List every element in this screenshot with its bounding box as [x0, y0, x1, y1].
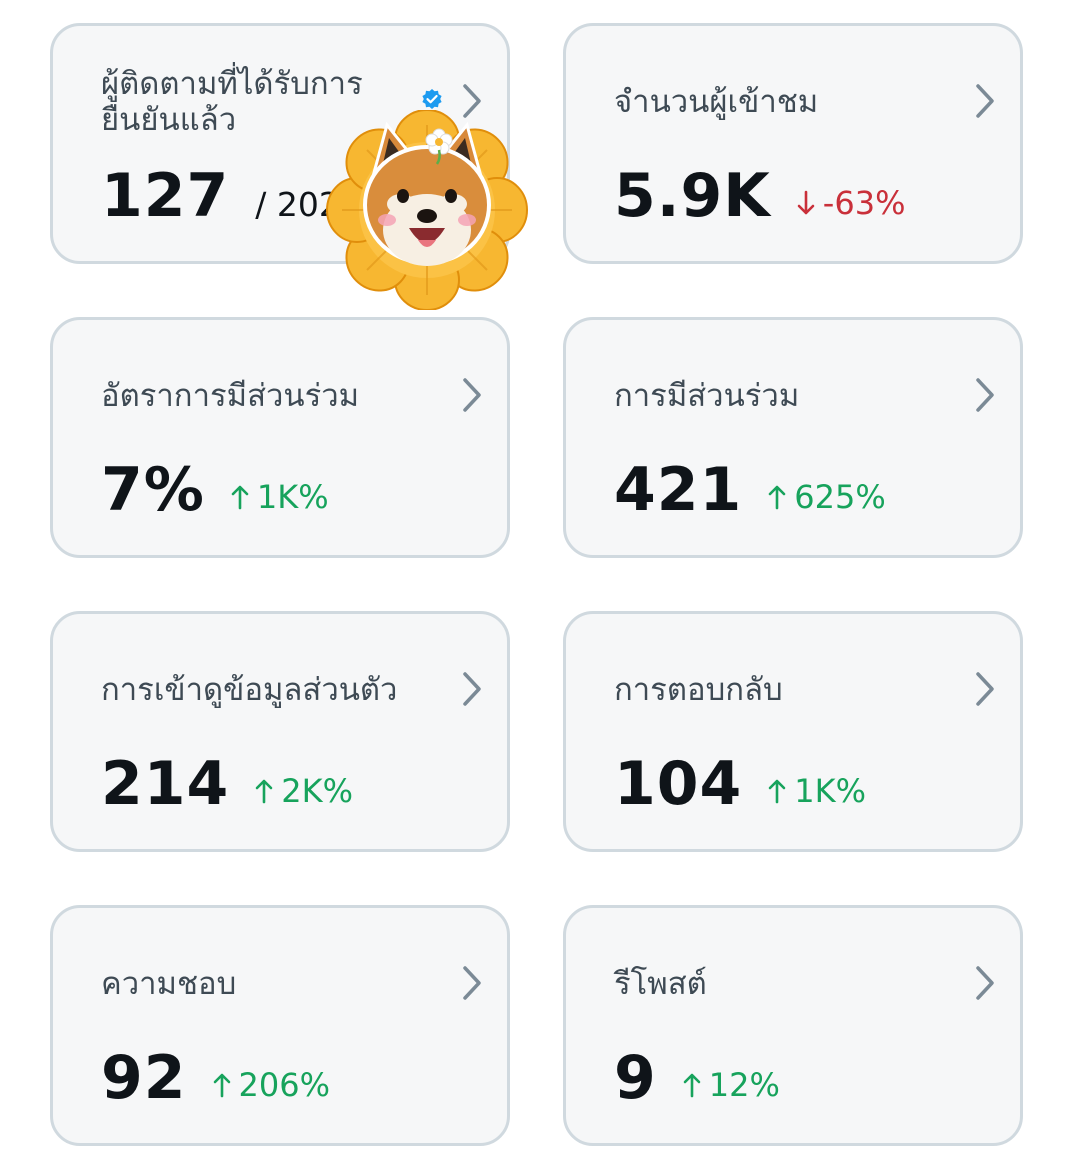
change-indicator: 1K%: [231, 478, 329, 516]
metric-value: 214: [101, 749, 230, 819]
chevron-right-icon: [976, 84, 994, 118]
card-reposts[interactable]: รีโพสต์ 9 12%: [563, 905, 1023, 1146]
analytics-grid: ผู้ติดตามที่ได้รับการยืนยันแล้ว 127 / 20…: [0, 0, 1080, 1164]
card-label: ความชอบ: [101, 966, 237, 1002]
chevron-right-icon: [463, 672, 481, 706]
arrow-up-icon: [768, 485, 786, 510]
card-impressions[interactable]: จำนวนผู้เข้าชม 5.9K -63%: [563, 23, 1023, 264]
card-label: การเข้าดูข้อมูลส่วนตัว: [101, 672, 398, 708]
arrow-up-icon: [231, 485, 249, 510]
value-row: 104 1K%: [614, 752, 866, 816]
metric-value: 5.9K: [614, 161, 771, 231]
metric-value: 92: [101, 1043, 187, 1113]
chevron-right-icon: [463, 378, 481, 412]
card-label: อัตราการมีส่วนร่วม: [101, 378, 360, 414]
verified-badge-icon: [422, 89, 442, 109]
metric-value: 127: [101, 161, 230, 231]
card-replies[interactable]: การตอบกลับ 104 1K%: [563, 611, 1023, 852]
change-indicator: -63%: [797, 184, 906, 222]
card-label: จำนวนผู้เข้าชม: [614, 84, 819, 120]
arrow-up-icon: [683, 1073, 701, 1098]
value-row: 421 625%: [614, 458, 886, 522]
change-value: 1K%: [794, 772, 866, 810]
card-profile-visits[interactable]: การเข้าดูข้อมูลส่วนตัว 214 2K%: [50, 611, 510, 852]
card-engagements[interactable]: การมีส่วนร่วม 421 625%: [563, 317, 1023, 558]
change-value: 12%: [708, 1066, 780, 1104]
value-row: 9 12%: [614, 1046, 780, 1110]
card-engagement-rate[interactable]: อัตราการมีส่วนร่วม 7% 1K%: [50, 317, 510, 558]
change-value: 625%: [794, 478, 886, 516]
metric-value: 9: [614, 1043, 657, 1113]
chevron-right-icon: [463, 966, 481, 1000]
change-indicator: 2K%: [255, 772, 353, 810]
card-label: รีโพสต์: [614, 966, 707, 1002]
arrow-down-icon: [797, 190, 815, 215]
arrow-up-icon: [768, 779, 786, 804]
change-value: 2K%: [281, 772, 353, 810]
value-row: 127 / 202: [101, 164, 340, 228]
chevron-right-icon: [976, 672, 994, 706]
metric-value: 104: [614, 749, 743, 819]
shiba-dog-flower-sticker: [326, 110, 528, 310]
chevron-right-icon: [976, 378, 994, 412]
card-likes[interactable]: ความชอบ 92 206%: [50, 905, 510, 1146]
metric-value: 421: [614, 455, 743, 525]
value-row: 5.9K -63%: [614, 164, 905, 228]
change-indicator: 12%: [683, 1066, 780, 1104]
arrow-up-icon: [213, 1073, 230, 1098]
value-row: 92 206%: [101, 1046, 330, 1110]
change-value: -63%: [822, 184, 906, 222]
chevron-right-icon: [976, 966, 994, 1000]
change-value: 206%: [238, 1066, 330, 1104]
card-label: การมีส่วนร่วม: [614, 378, 800, 414]
value-row: 7% 1K%: [101, 458, 329, 522]
change-indicator: 625%: [768, 478, 886, 516]
card-label: การตอบกลับ: [614, 672, 783, 708]
change-indicator: 206%: [213, 1066, 330, 1104]
metric-value: 7%: [101, 455, 205, 525]
value-row: 214 2K%: [101, 752, 353, 816]
change-indicator: 1K%: [768, 772, 866, 810]
arrow-up-icon: [255, 779, 273, 804]
change-value: 1K%: [256, 478, 329, 516]
